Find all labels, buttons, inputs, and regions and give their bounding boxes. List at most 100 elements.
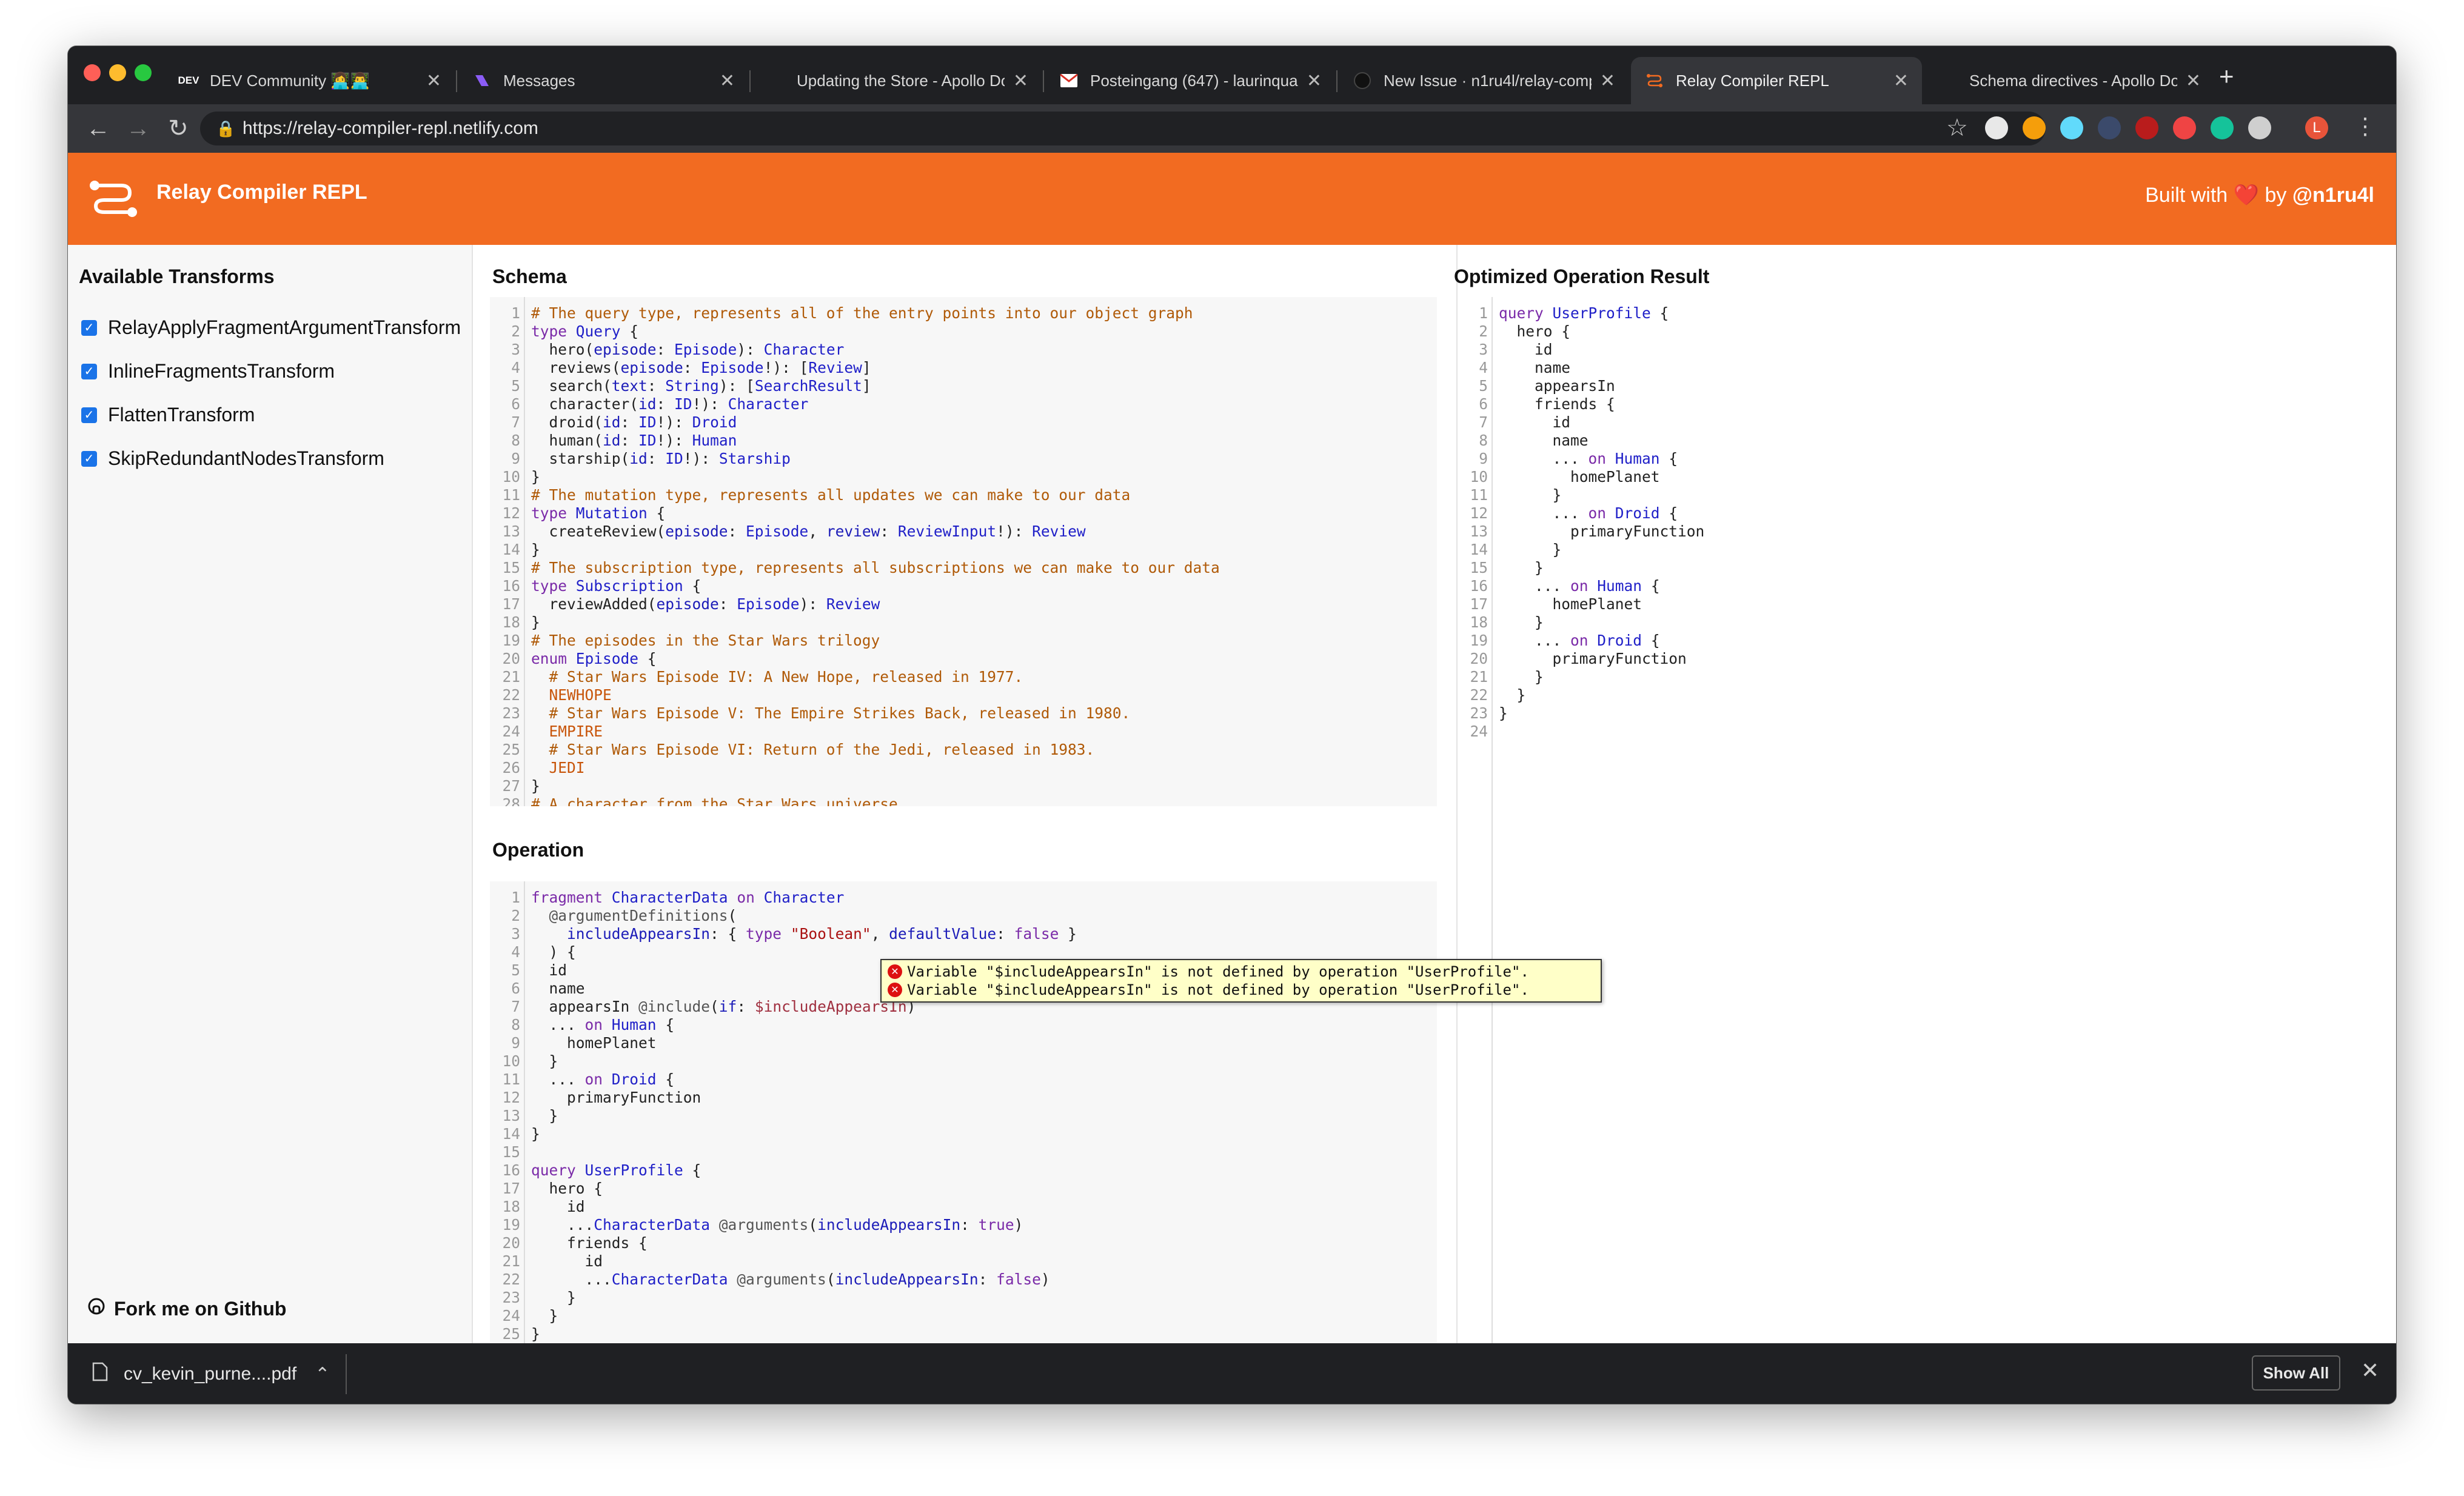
line-text: reviewAdded(episode: Episode): Review — [531, 595, 880, 613]
line-text: ... on Human { — [531, 1016, 675, 1034]
address-bar[interactable]: 🔒 https://relay-compiler-repl.netlify.co… — [200, 112, 2046, 145]
tab-gmail[interactable]: Posteingang (647) - laurinquas ✕ — [1045, 57, 1335, 104]
transform-option[interactable]: ✓ SkipRedundantNodesTransform — [81, 447, 384, 470]
code-line: 2 type Query { — [490, 322, 1437, 341]
relay-logo-icon — [87, 179, 139, 221]
show-all-button[interactable]: Show All — [2252, 1355, 2340, 1391]
tab-dev-community[interactable]: DEV DEV Community 👩‍💻👨‍💻 ✕ — [165, 57, 455, 104]
operation-editor[interactable]: 1 fragment CharacterData on Character 2 @a… — [490, 881, 1437, 1343]
minimize-window-button[interactable] — [109, 64, 126, 81]
line-text: primaryFunction — [531, 1089, 701, 1106]
lint-error: ✕ Variable "$includeAppearsIn" is not def… — [888, 981, 1595, 999]
extension-icon[interactable] — [2173, 116, 2196, 139]
code-line: 18 id — [490, 1198, 1437, 1216]
line-text: } — [1499, 486, 1562, 504]
extension-icon[interactable] — [2023, 116, 2046, 139]
code-line: 14 } — [1458, 541, 2396, 559]
tab-updating-store[interactable]: Updating the Store - Apollo Do ✕ — [752, 57, 1042, 104]
line-number: 12 — [502, 504, 520, 522]
code-line: 9 ... on Human { — [1458, 450, 2396, 468]
transform-checkbox[interactable]: ✓ — [81, 319, 97, 336]
code-line: 14} — [490, 1125, 1437, 1143]
code-line: 6 friends { — [1458, 395, 2396, 413]
back-button[interactable]: ← — [81, 112, 115, 145]
close-icon[interactable]: ✕ — [1893, 70, 1909, 92]
code-line: 13 primaryFunction — [1458, 523, 2396, 541]
transform-label: SkipRedundantNodesTransform — [108, 447, 384, 469]
extension-icon[interactable] — [2098, 116, 2121, 139]
line-text: id — [531, 1252, 603, 1270]
profile-avatar[interactable]: L — [2305, 116, 2328, 139]
line-text: ... on Droid { — [1499, 632, 1660, 649]
close-download-bar-icon[interactable]: ✕ — [2361, 1358, 2379, 1383]
error-icon: ✕ — [888, 983, 902, 997]
schema-editor[interactable]: 1 # The query type, represents all of the… — [490, 297, 1437, 806]
code-line: 1 query UserProfile { — [1458, 304, 2396, 322]
lint-error-text: Variable "$includeAppearsIn" is not defi… — [907, 963, 1529, 980]
transform-checkbox[interactable]: ✓ — [81, 407, 97, 423]
line-number: 14 — [502, 1125, 520, 1143]
code-line: 11 } — [1458, 486, 2396, 504]
close-icon[interactable]: ✕ — [1307, 70, 1322, 92]
transform-option[interactable]: ✓ FlattenTransform — [81, 404, 255, 426]
reload-button[interactable]: ↻ — [161, 112, 195, 145]
close-icon[interactable]: ✕ — [2186, 70, 2201, 92]
line-number: 18 — [502, 613, 520, 631]
close-window-button[interactable] — [84, 64, 101, 81]
line-text: } — [531, 541, 540, 558]
line-number: 5 — [511, 377, 520, 395]
tab-relay-compiler-repl[interactable]: Relay Compiler REPL ✕ — [1631, 57, 1922, 104]
code-line: 28 # A character from the Star Wars unive… — [490, 795, 1437, 806]
line-text: } — [531, 1325, 540, 1343]
transform-checkbox[interactable]: ✓ — [81, 363, 97, 379]
transform-option[interactable]: ✓ RelayApplyFragmentArgumentTransform — [81, 316, 461, 339]
bookmark-star-icon[interactable]: ☆ — [1946, 114, 1968, 142]
menu-icon[interactable]: ⋮ — [2354, 113, 2377, 140]
close-icon[interactable]: ✕ — [1013, 70, 1028, 92]
line-number: 19 — [502, 632, 520, 649]
dev-icon: DEV — [178, 75, 199, 86]
extension-icon[interactable] — [2248, 116, 2271, 139]
line-text: includeAppearsIn: { type "Boolean", defa… — [567, 925, 1077, 943]
line-text: ) { — [531, 943, 576, 961]
line-text: homePlanet — [1499, 595, 1642, 613]
lint-error-text: Variable "$includeAppearsIn" is not defi… — [907, 981, 1529, 998]
line-number: 26 — [502, 759, 520, 776]
tab-schema-directives[interactable]: Schema directives - Apollo Do ✕ — [1924, 57, 2214, 104]
line-number: 16 — [1470, 577, 1488, 595]
transform-option[interactable]: ✓ InlineFragmentsTransform — [81, 360, 335, 382]
fork-link[interactable]: Fork me on Github — [87, 1297, 286, 1320]
tab-messages[interactable]: Messages ✕ — [458, 57, 748, 104]
close-icon[interactable]: ✕ — [426, 70, 441, 92]
chevron-up-icon[interactable]: ⌃ — [315, 1364, 330, 1385]
line-number: 17 — [502, 595, 520, 613]
react-devtools-icon[interactable] — [2060, 116, 2083, 139]
line-number: 7 — [511, 998, 520, 1015]
tab-new-issue[interactable]: New Issue · n1ru4l/relay-comp ✕ — [1339, 57, 1629, 104]
grammarly-icon[interactable] — [2211, 116, 2234, 139]
maximize-window-button[interactable] — [135, 64, 152, 81]
close-icon[interactable]: ✕ — [720, 70, 735, 92]
tab-separator — [749, 70, 751, 92]
line-text: hero { — [531, 1180, 603, 1197]
line-text: id — [1499, 413, 1571, 431]
extension-icon[interactable] — [1985, 116, 2008, 139]
result-editor[interactable]: 1 query UserProfile {2 hero {3 id 4 name 5 … — [1458, 297, 2396, 1343]
code-line: 10} — [490, 468, 1437, 486]
line-number: 21 — [502, 1252, 520, 1270]
line-number: 6 — [1479, 395, 1488, 413]
line-number: 22 — [502, 1271, 520, 1288]
line-text: } — [531, 1307, 558, 1324]
author-link[interactable]: @n1ru4l — [2292, 184, 2374, 207]
close-icon[interactable]: ✕ — [1600, 70, 1615, 92]
code-line: 27} — [490, 777, 1437, 795]
line-text: name — [1499, 432, 1589, 449]
code-line: 24 EMPIRE — [490, 723, 1437, 741]
ublock-icon[interactable] — [2135, 116, 2158, 139]
line-text: type Subscription { — [531, 577, 701, 595]
new-tab-button[interactable]: + — [2219, 62, 2234, 91]
transform-checkbox[interactable]: ✓ — [81, 450, 97, 467]
download-item[interactable]: cv_kevin_purne....pdf ⌃ — [92, 1359, 353, 1389]
forward-button[interactable]: → — [121, 112, 155, 145]
code-line: 15 — [490, 1143, 1437, 1161]
